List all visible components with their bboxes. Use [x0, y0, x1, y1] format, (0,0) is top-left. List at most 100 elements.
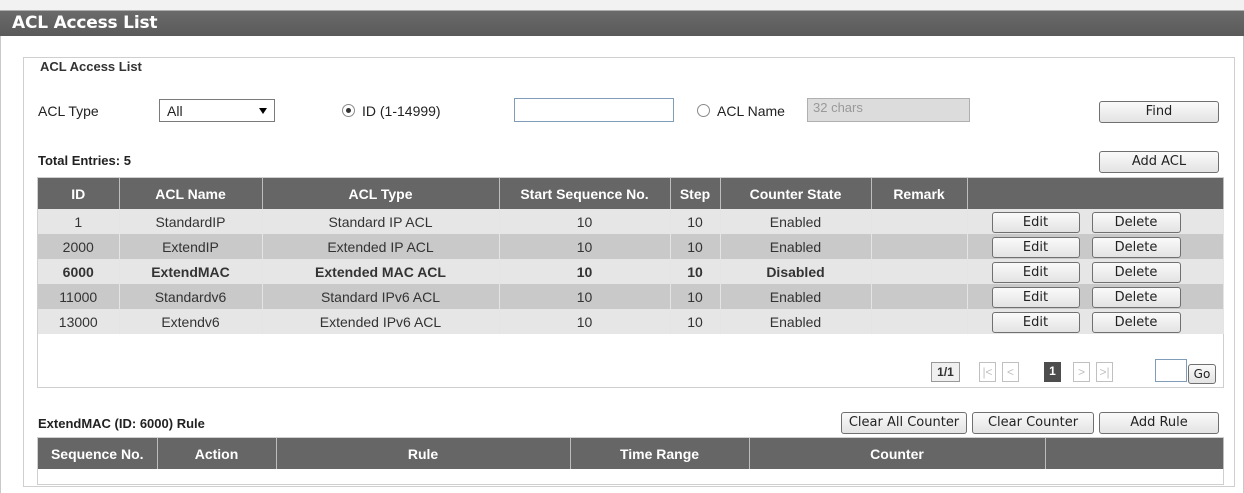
- acl-name-input[interactable]: 32 chars: [807, 98, 970, 122]
- delete-button[interactable]: Delete: [1091, 312, 1181, 333]
- acl-name-radio[interactable]: [697, 104, 710, 117]
- cell-step: 10: [670, 309, 721, 334]
- cell-acl-name: ExtendMAC: [119, 259, 263, 284]
- clear-all-counter-button[interactable]: Clear All Counter: [841, 412, 967, 434]
- acl-type-label: ACL Type: [38, 103, 99, 119]
- cell-actions: Edit Delete: [967, 284, 1224, 309]
- chevron-down-icon: [259, 108, 267, 114]
- edit-button[interactable]: Edit: [991, 287, 1080, 308]
- page-count: 1/1: [931, 362, 960, 382]
- column-header: Time Range: [570, 438, 750, 469]
- cell-id: 11000: [38, 284, 120, 309]
- find-button[interactable]: Find: [1099, 101, 1219, 123]
- cell-counter-state: Disabled: [720, 259, 872, 284]
- acl-type-value: All: [167, 103, 183, 119]
- cell-start-seq: 10: [499, 234, 671, 259]
- column-header: ACL Name: [119, 178, 263, 209]
- cell-step: 10: [670, 209, 721, 234]
- cell-acl-name: StandardIP: [119, 209, 263, 234]
- cell-id: 13000: [38, 309, 120, 334]
- column-header: Remark: [871, 178, 968, 209]
- cell-counter-state: Enabled: [720, 284, 872, 309]
- cell-acl-type: Extended IPv6 ACL: [262, 309, 500, 334]
- total-entries: Total Entries: 5: [38, 153, 131, 168]
- prev-page-button[interactable]: <: [1002, 362, 1019, 382]
- table-row[interactable]: 13000 Extendv6 Extended IPv6 ACL 10 10 E…: [38, 309, 1224, 334]
- column-header: [967, 178, 1224, 209]
- edit-button[interactable]: Edit: [991, 312, 1080, 333]
- group-legend: ACL Access List: [34, 59, 148, 74]
- cell-acl-type: Standard IPv6 ACL: [262, 284, 500, 309]
- column-header: [1045, 438, 1224, 469]
- cell-acl-type: Standard IP ACL: [262, 209, 500, 234]
- column-header: Counter State: [720, 178, 872, 209]
- column-header: Counter: [749, 438, 1046, 469]
- acl-table-header: ID ACL Name ACL Type Start Sequence No. …: [38, 178, 1224, 209]
- column-header: Step: [670, 178, 721, 209]
- cell-id: 2000: [38, 234, 120, 259]
- cell-actions: Edit Delete: [967, 209, 1224, 234]
- cell-step: 10: [670, 234, 721, 259]
- id-radio-label: ID (1-14999): [362, 103, 441, 119]
- cell-counter-state: Enabled: [720, 309, 872, 334]
- column-header: ID: [38, 178, 120, 209]
- cell-remark: [871, 259, 968, 284]
- table-row[interactable]: 1 StandardIP Standard IP ACL 10 10 Enabl…: [38, 209, 1224, 234]
- cell-start-seq: 10: [499, 209, 671, 234]
- acl-type-select[interactable]: All: [159, 99, 275, 122]
- delete-button[interactable]: Delete: [1091, 212, 1181, 233]
- acl-table: ID ACL Name ACL Type Start Sequence No. …: [38, 178, 1224, 334]
- go-page-input[interactable]: [1155, 359, 1187, 382]
- rule-section-title: ExtendMAC (ID: 6000) Rule: [38, 416, 205, 431]
- cell-remark: [871, 209, 968, 234]
- table-row[interactable]: 11000 Standardv6 Standard IPv6 ACL 10 10…: [38, 284, 1224, 309]
- cell-acl-name: Extendv6: [119, 309, 263, 334]
- page-title-bar: ACL Access List: [0, 0, 1244, 36]
- column-header: Sequence No.: [38, 438, 158, 469]
- first-page-button[interactable]: |<: [979, 362, 996, 382]
- delete-button[interactable]: Delete: [1091, 237, 1181, 258]
- edit-button[interactable]: Edit: [991, 262, 1080, 283]
- cell-remark: [871, 309, 968, 334]
- acl-name-radio-label: ACL Name: [717, 103, 785, 119]
- cell-actions: Edit Delete: [967, 259, 1224, 284]
- rule-table: Sequence No. Action Rule Time Range Coun…: [38, 438, 1224, 469]
- cell-remark: [871, 284, 968, 309]
- page-title: ACL Access List: [12, 13, 158, 33]
- cell-acl-name: Standardv6: [119, 284, 263, 309]
- cell-step: 10: [670, 284, 721, 309]
- cell-actions: Edit Delete: [967, 234, 1224, 259]
- column-header: ACL Type: [262, 178, 500, 209]
- rule-table-header: Sequence No. Action Rule Time Range Coun…: [38, 438, 1224, 469]
- current-page-button[interactable]: 1: [1044, 362, 1061, 382]
- cell-counter-state: Enabled: [720, 209, 872, 234]
- table-row-selected[interactable]: 6000 ExtendMAC Extended MAC ACL 10 10 Di…: [38, 259, 1224, 284]
- cell-remark: [871, 234, 968, 259]
- cell-step: 10: [670, 259, 721, 284]
- go-button[interactable]: Go: [1188, 364, 1216, 384]
- add-rule-button[interactable]: Add Rule: [1099, 412, 1219, 434]
- column-header: Action: [157, 438, 277, 469]
- column-header: Rule: [276, 438, 571, 469]
- add-acl-button[interactable]: Add ACL: [1099, 151, 1219, 173]
- cell-start-seq: 10: [499, 259, 671, 284]
- edit-button[interactable]: Edit: [991, 237, 1080, 258]
- next-page-button[interactable]: >: [1073, 362, 1090, 382]
- cell-id: 1: [38, 209, 120, 234]
- table-row[interactable]: 2000 ExtendIP Extended IP ACL 10 10 Enab…: [38, 234, 1224, 259]
- cell-start-seq: 10: [499, 284, 671, 309]
- cell-acl-type: Extended MAC ACL: [262, 259, 500, 284]
- cell-start-seq: 10: [499, 309, 671, 334]
- cell-acl-type: Extended IP ACL: [262, 234, 500, 259]
- id-radio[interactable]: [342, 104, 355, 117]
- id-input[interactable]: [514, 98, 674, 122]
- delete-button[interactable]: Delete: [1091, 262, 1181, 283]
- delete-button[interactable]: Delete: [1091, 287, 1181, 308]
- clear-counter-button[interactable]: Clear Counter: [972, 412, 1094, 434]
- last-page-button[interactable]: >|: [1096, 362, 1113, 382]
- cell-id: 6000: [38, 259, 120, 284]
- column-header: Start Sequence No.: [499, 178, 671, 209]
- edit-button[interactable]: Edit: [991, 212, 1080, 233]
- cell-actions: Edit Delete: [967, 309, 1224, 334]
- cell-acl-name: ExtendIP: [119, 234, 263, 259]
